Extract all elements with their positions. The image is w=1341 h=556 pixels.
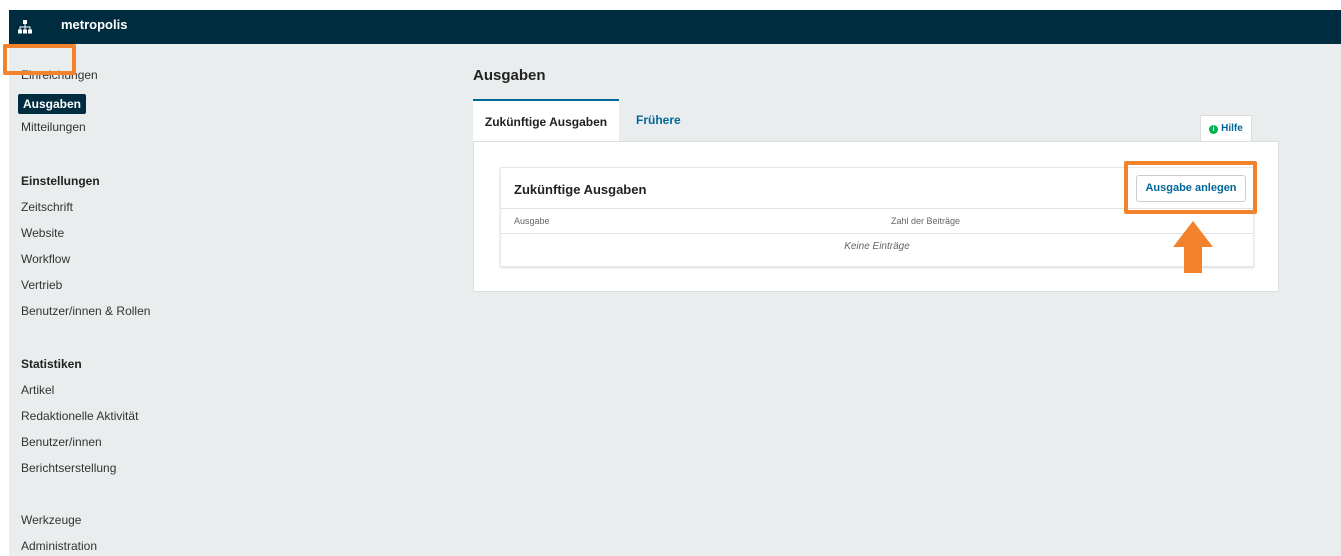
sidebar-item-website[interactable]: Website bbox=[21, 226, 64, 240]
grid-title: Zukünftige Ausgaben bbox=[514, 182, 647, 197]
sidebar-heading-statistiken: Statistiken bbox=[21, 357, 82, 371]
top-bar: metropolis bbox=[9, 10, 1341, 44]
sidebar-item-artikel[interactable]: Artikel bbox=[21, 383, 54, 397]
sidebar-item-benutzer[interactable]: Benutzer/innen bbox=[21, 435, 102, 449]
sidebar-item-einreichungen[interactable]: Einreichungen bbox=[21, 68, 98, 82]
sidebar-item-werkzeuge[interactable]: Werkzeuge bbox=[21, 513, 81, 527]
sidebar-item-benutzer-rollen[interactable]: Benutzer/innen & Rollen bbox=[21, 304, 150, 318]
add-issue-button[interactable]: Ausgabe anlegen bbox=[1136, 175, 1246, 202]
tab-panel: Zukünftige Ausgaben Ausgabe Zahl der Bei… bbox=[473, 141, 1279, 292]
sidebar-item-mitteilungen[interactable]: Mitteilungen bbox=[21, 120, 86, 134]
sidebar: Einreichungen Ausgaben Mitteilungen Eins… bbox=[9, 44, 209, 556]
sidebar-item-zeitschrift[interactable]: Zeitschrift bbox=[21, 200, 73, 214]
sidebar-item-vertrieb[interactable]: Vertrieb bbox=[21, 278, 62, 292]
grid-divider bbox=[501, 233, 1253, 234]
tab-zukuenftige-ausgaben[interactable]: Zukünftige Ausgaben bbox=[473, 99, 619, 141]
sidebar-item-administration[interactable]: Administration bbox=[21, 539, 97, 553]
grid-divider bbox=[501, 208, 1253, 209]
column-header-ausgabe: Ausgabe bbox=[514, 216, 550, 226]
empty-message: Keine Einträge bbox=[844, 241, 910, 252]
help-label: Hilfe bbox=[1221, 123, 1243, 134]
info-icon: i bbox=[1209, 125, 1219, 134]
help-button[interactable]: i Hilfe bbox=[1200, 115, 1252, 141]
sidebar-item-workflow[interactable]: Workflow bbox=[21, 252, 70, 266]
page-title: Ausgaben bbox=[473, 67, 546, 84]
column-header-zahl-der-beitraege: Zahl der Beiträge bbox=[891, 216, 961, 226]
sidebar-item-redaktionelle-aktivitaet[interactable]: Redaktionelle Aktivität bbox=[21, 409, 138, 423]
tab-fruehere-ausgaben[interactable]: Frühere Ausgaben bbox=[636, 99, 694, 169]
sidebar-item-ausgaben[interactable]: Ausgaben bbox=[18, 94, 87, 114]
sitemap-icon[interactable] bbox=[18, 20, 32, 34]
sidebar-heading-einstellungen: Einstellungen bbox=[21, 174, 100, 188]
app-title[interactable]: metropolis bbox=[61, 17, 127, 32]
sidebar-item-berichtserstellung[interactable]: Berichtserstellung bbox=[21, 461, 116, 475]
